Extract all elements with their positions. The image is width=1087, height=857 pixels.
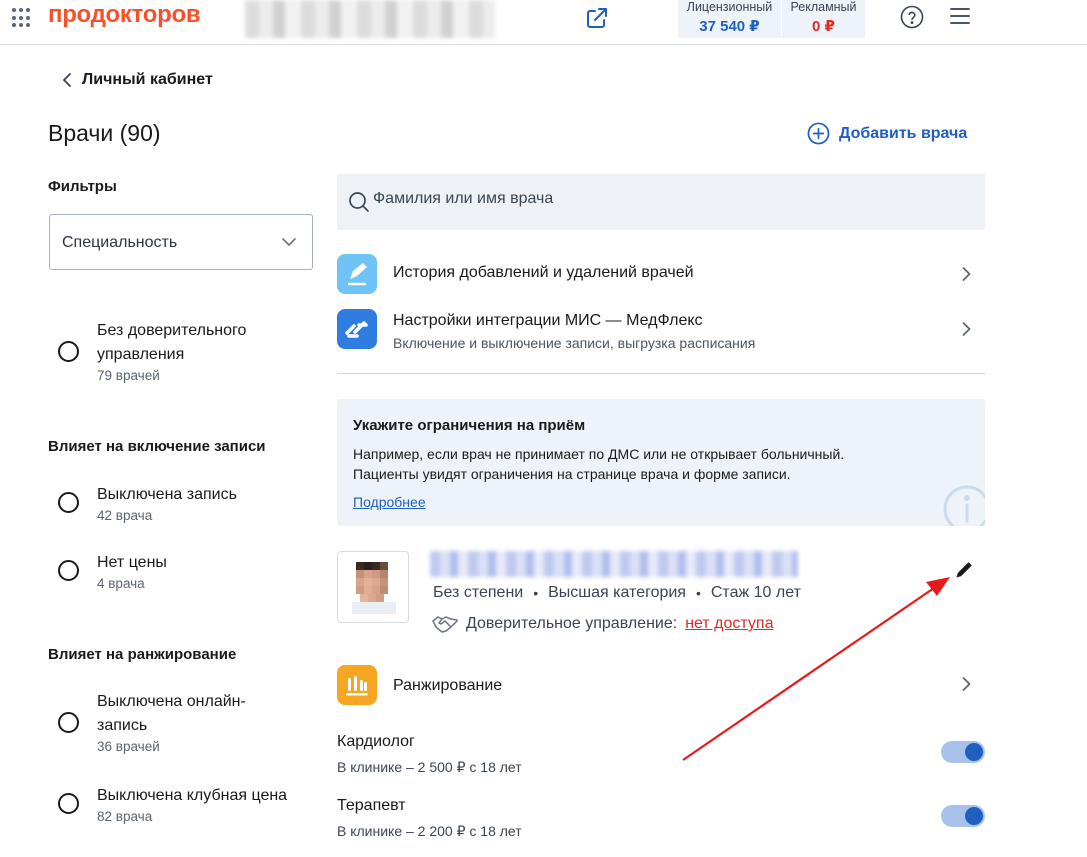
separator-dot: •	[695, 585, 701, 601]
filter-no-trust[interactable]: Без доверительного управления 79 врачей	[58, 319, 246, 383]
mis-integration-subtitle: Включение и выключение записи, выгрузка …	[393, 335, 756, 351]
specialty-toggle[interactable]	[941, 741, 985, 763]
mis-integration-link[interactable]: Настройки интеграции МИС — МедФлекс Вклю…	[337, 307, 985, 351]
doctor-meta: Без степени • Высшая категория • Стаж 10…	[433, 584, 801, 602]
separator-dot: •	[533, 585, 539, 601]
specialty-price: В клинике – 2 200 ₽ с 18 лет	[337, 823, 522, 839]
top-bar: продокторов Лицензионный 37 540 ₽ Реклам…	[0, 0, 1087, 45]
filter-count: 36 врачей	[97, 739, 160, 754]
external-link-icon[interactable]	[585, 6, 609, 30]
radio-button[interactable]	[58, 712, 79, 733]
clinic-name-blurred	[245, 0, 495, 38]
trust-status-link[interactable]: нет доступа	[685, 615, 773, 633]
info-card-text: Пациенты увидят ограничения на странице …	[353, 466, 791, 482]
back-link[interactable]: Личный кабинет	[62, 71, 213, 89]
ads-balance-value: 0 ₽	[812, 18, 835, 35]
radio-button[interactable]	[58, 492, 79, 513]
plus-circle-icon	[807, 122, 830, 145]
specialty-name: Кардиолог	[337, 733, 415, 750]
apps-grid-icon[interactable]	[12, 8, 32, 28]
license-balance-value: 37 540 ₽	[699, 18, 760, 35]
filter-label: Нет цены	[97, 554, 167, 571]
filters-heading: Фильтры	[48, 178, 117, 195]
specialty-toggle[interactable]	[941, 805, 985, 827]
doctor-name-blurred[interactable]	[430, 551, 798, 577]
history-link-label: История добавлений и удалений врачей	[393, 264, 694, 281]
specialty-select[interactable]: Специальность	[49, 214, 313, 270]
doctor-photo[interactable]	[337, 551, 409, 623]
trust-management-row: Доверительное управление: нет доступа	[432, 615, 773, 633]
specialty-name: Терапевт	[337, 797, 406, 814]
filter-booking-off[interactable]: Выключена запись 42 врача	[58, 483, 237, 523]
info-icon	[943, 485, 985, 526]
ranking-chart-icon	[337, 665, 377, 705]
back-link-label: Личный кабинет	[82, 71, 213, 88]
ranking-label: Ранжирование	[393, 677, 503, 694]
info-card-title: Укажите ограничения на приём	[353, 417, 586, 434]
filter-count: 79 врачей	[97, 368, 160, 383]
specialty-row: Кардиолог В клинике – 2 500 ₽ с 18 лет	[337, 733, 985, 783]
filter-label: управления	[97, 346, 185, 363]
filter-label: Без доверительного	[97, 322, 247, 339]
specialty-select-value: Специальность	[62, 234, 178, 251]
license-balance[interactable]: Лицензионный 37 540 ₽	[678, 0, 781, 38]
history-icon	[337, 254, 377, 294]
doctor-degree: Без степени	[433, 584, 524, 601]
integration-icon	[337, 309, 377, 349]
mis-integration-label: Настройки интеграции МИС — МедФлекс	[393, 312, 703, 329]
filter-label: Выключена клубная цена	[97, 787, 288, 804]
filter-label: Выключена онлайн-	[97, 693, 246, 710]
toggle-knob	[965, 743, 983, 761]
filter-count: 82 врача	[97, 809, 153, 824]
filter-no-price[interactable]: Нет цены 4 врача	[58, 551, 167, 591]
license-balance-label: Лицензионный	[686, 0, 773, 14]
specialty-price: В клинике – 2 500 ₽ с 18 лет	[337, 759, 522, 775]
ads-balance-label: Рекламный	[790, 0, 857, 14]
chevron-left-icon	[63, 73, 71, 87]
doctor-experience: Стаж 10 лет	[710, 584, 801, 601]
filter-club-price-off[interactable]: Выключена клубная цена 82 врача	[58, 784, 287, 824]
edit-pencil-icon[interactable]	[953, 559, 975, 581]
filter-online-off[interactable]: Выключена онлайн- запись 36 врачей	[58, 690, 246, 754]
info-card-text: Например, если врач не принимает по ДМС …	[353, 446, 845, 462]
page-title: Врачи (90)	[48, 120, 161, 146]
help-icon[interactable]	[900, 5, 924, 29]
group-title-ranking: Влияет на ранжирование	[48, 646, 237, 663]
ads-balance[interactable]: Рекламный 0 ₽	[782, 0, 865, 38]
radio-button[interactable]	[58, 560, 79, 581]
chevron-right-icon	[962, 322, 971, 336]
radio-button[interactable]	[58, 793, 79, 814]
handshake-icon	[432, 616, 458, 633]
search-input[interactable]	[373, 190, 933, 208]
group-title-booking: Влияет на включение записи	[48, 438, 266, 455]
divider	[337, 373, 985, 374]
add-doctor-button[interactable]: Добавить врача	[807, 122, 967, 145]
logo[interactable]: продокторов	[48, 1, 201, 29]
doctor-search[interactable]	[337, 174, 985, 230]
ranking-link[interactable]: Ранжирование	[337, 665, 985, 705]
chevron-right-icon	[962, 267, 971, 281]
specialty-row: Терапевт В клинике – 2 200 ₽ с 18 лет	[337, 797, 985, 847]
history-link[interactable]: История добавлений и удалений врачей	[337, 252, 985, 296]
filter-count: 4 врача	[97, 576, 145, 591]
toggle-knob	[965, 807, 983, 825]
chevron-down-icon	[282, 238, 296, 246]
filter-count: 42 врача	[97, 508, 153, 523]
filter-label: Выключена запись	[97, 486, 237, 503]
doctor-category: Высшая категория	[548, 584, 686, 601]
hamburger-menu-icon[interactable]	[950, 8, 970, 24]
radio-button[interactable]	[58, 341, 79, 362]
learn-more-link[interactable]: Подробнее	[353, 494, 426, 510]
restrictions-info-card: Укажите ограничения на приём Например, е…	[337, 399, 985, 526]
filter-label: запись	[97, 717, 148, 734]
add-doctor-label: Добавить врача	[839, 124, 968, 142]
trust-label: Доверительное управление:	[466, 615, 678, 632]
chevron-right-icon	[962, 677, 971, 691]
search-icon	[349, 192, 369, 212]
